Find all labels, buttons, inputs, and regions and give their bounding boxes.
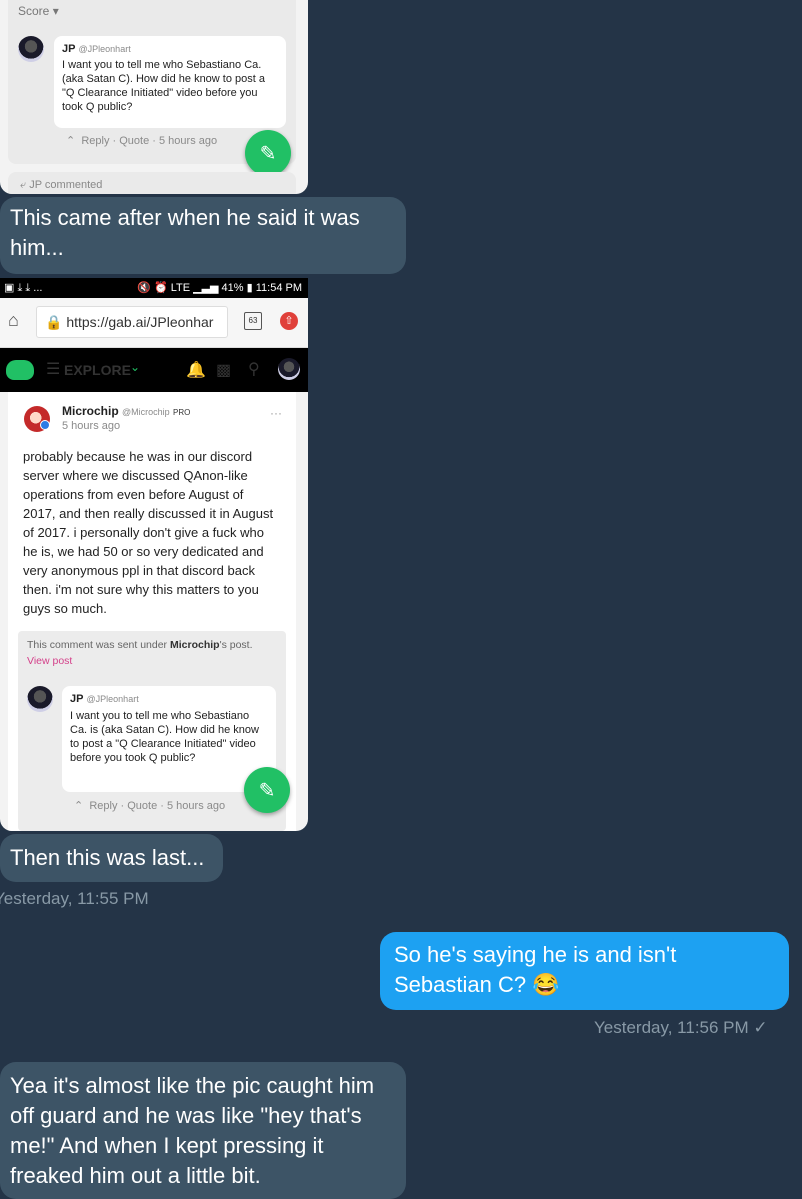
upload-icon[interactable]: ⇧ — [280, 312, 298, 330]
sent-under-author[interactable]: Microchip — [170, 639, 220, 651]
outgoing-message-1[interactable]: So he's saying he is and isn't Sebastian… — [380, 932, 789, 1010]
pencil-icon: ✎ — [259, 142, 277, 165]
profile-avatar[interactable] — [278, 358, 300, 380]
jp-name-2[interactable]: JP — [70, 693, 83, 705]
chevron-up-icon[interactable]: ⌃ — [66, 135, 75, 147]
caret-down-icon: ▾ — [52, 4, 59, 18]
post-more-icon[interactable]: ··· — [270, 406, 282, 420]
tab-switcher-button[interactable]: 63 — [244, 312, 262, 330]
compose-fab-bottom[interactable]: ✎ — [244, 767, 290, 813]
chat-icon[interactable]: ▩ — [216, 360, 231, 380]
jp-header-2: JP @JPleonhart — [70, 692, 268, 706]
quote-link[interactable]: Quote — [119, 135, 149, 147]
jp-comment-bubble-2: JP @JPleonhart I want you to tell me who… — [62, 686, 276, 792]
comment-time: 5 hours ago — [159, 135, 218, 147]
incoming-message-3[interactable]: Yea it's almost like the pic caught him … — [0, 1062, 406, 1199]
lock-icon: 🔒 — [45, 314, 63, 330]
tab-count: 63 — [248, 316, 258, 325]
message-text: Then this was last... — [10, 845, 205, 870]
reply-link[interactable]: Reply — [89, 800, 117, 812]
timestamp-2: Yesterday, 11:56 PM ✓ — [594, 1018, 768, 1037]
incoming-message-2[interactable]: Then this was last... — [0, 834, 223, 882]
screenshot-card-top: Score ▾ JP @JPleonhart I want you to tel… — [0, 0, 308, 194]
status-right-info: 🔇 ⏰ LTE ▁▃▅ 41% ▮ 11:54 PM — [137, 282, 302, 294]
browser-url-bar: ⌂ 🔒 https://gab.ai/JPleonhar 63 ⇧ — [0, 298, 308, 348]
sort-dropdown[interactable]: Score ▾ — [18, 4, 59, 18]
post-body-text: probably because he was in our discord s… — [23, 449, 274, 616]
status-left-icons: ▣ ⤓ ⤓ ... — [4, 282, 43, 294]
comment-actions: ⌃ Reply · Quote · 5 hours ago — [66, 135, 218, 147]
commented-notice: ⤶ JP commented — [8, 172, 296, 194]
post-author-handle[interactable]: @Microchip — [122, 407, 170, 417]
jp-comment-text-2: I want you to tell me who Sebastiano Ca.… — [70, 710, 259, 764]
jp-handle[interactable]: @JPleonhart — [79, 44, 131, 54]
compose-fab-top[interactable]: ✎ — [245, 130, 291, 176]
jp-avatar-2[interactable] — [27, 686, 53, 712]
address-field[interactable]: 🔒 https://gab.ai/JPleonhar — [36, 306, 228, 338]
gab-nav-bar: ☰ EXPLORE ⌄ 🔔 ▩ ⚲ — [0, 348, 308, 392]
view-post-link[interactable]: View post — [27, 655, 72, 667]
screenshot-card-phone: ▣ ⤓ ⤓ ... 🔇 ⏰ LTE ▁▃▅ 41% ▮ 11:54 PM ⌂ 🔒… — [0, 278, 308, 831]
sent-under-suffix: 's post. — [219, 639, 253, 651]
message-text: So he's saying he is and isn't Sebastian… — [394, 942, 677, 997]
jp-comment-text: I want you to tell me who Sebastiano Ca.… — [62, 59, 265, 113]
jp-name[interactable]: JP — [62, 43, 75, 55]
jp-header: JP @JPleonhart — [62, 42, 278, 56]
reply-link[interactable]: Reply — [81, 135, 109, 147]
explore-menu[interactable]: EXPLORE — [64, 362, 131, 378]
sent-under-notice: This comment was sent under Microchip's … — [27, 639, 253, 651]
comment-actions-2: ⌃ Reply · Quote · 5 hours ago — [74, 800, 226, 812]
post-author-name[interactable]: Microchip — [62, 404, 119, 418]
sent-under-prefix: This comment was sent under — [27, 639, 170, 651]
jp-handle-2[interactable]: @JPleonhart — [87, 694, 139, 704]
post-header: Microchip @Microchip PRO — [62, 404, 190, 418]
commented-text: JP commented — [29, 179, 103, 191]
message-text: Yea it's almost like the pic caught him … — [10, 1073, 375, 1188]
jp-comment-bubble: JP @JPleonhart I want you to tell me who… — [54, 36, 286, 128]
gab-frog-logo-icon[interactable] — [6, 360, 34, 380]
bell-icon[interactable]: 🔔 — [186, 360, 206, 380]
incoming-message-1[interactable]: This came after when he said it was him.… — [0, 197, 406, 274]
post-time: 5 hours ago — [62, 420, 121, 432]
pro-badge: PRO — [173, 408, 191, 417]
search-icon[interactable]: ⚲ — [248, 359, 260, 379]
pencil-icon: ✎ — [258, 779, 276, 802]
chevron-down-icon[interactable]: ⌄ — [130, 360, 140, 374]
message-text: This came after when he said it was him.… — [10, 205, 360, 260]
android-status-bar: ▣ ⤓ ⤓ ... 🔇 ⏰ LTE ▁▃▅ 41% ▮ 11:54 PM — [0, 278, 308, 298]
quote-link[interactable]: Quote — [127, 800, 157, 812]
jp-avatar[interactable] — [18, 36, 44, 62]
comment-time: 5 hours ago — [167, 800, 226, 812]
chevron-up-icon[interactable]: ⌃ — [74, 800, 83, 812]
home-icon[interactable]: ⌂ — [8, 310, 19, 331]
reply-arrow-icon: ⤶ — [20, 179, 27, 191]
url-text: https://gab.ai/JPleonhar — [66, 314, 214, 330]
timestamp-1: Yesterday, 11:55 PM — [0, 889, 149, 908]
verified-badge-icon — [40, 420, 50, 430]
sort-label: Score — [18, 4, 50, 18]
hamburger-icon[interactable]: ☰ — [46, 359, 60, 379]
